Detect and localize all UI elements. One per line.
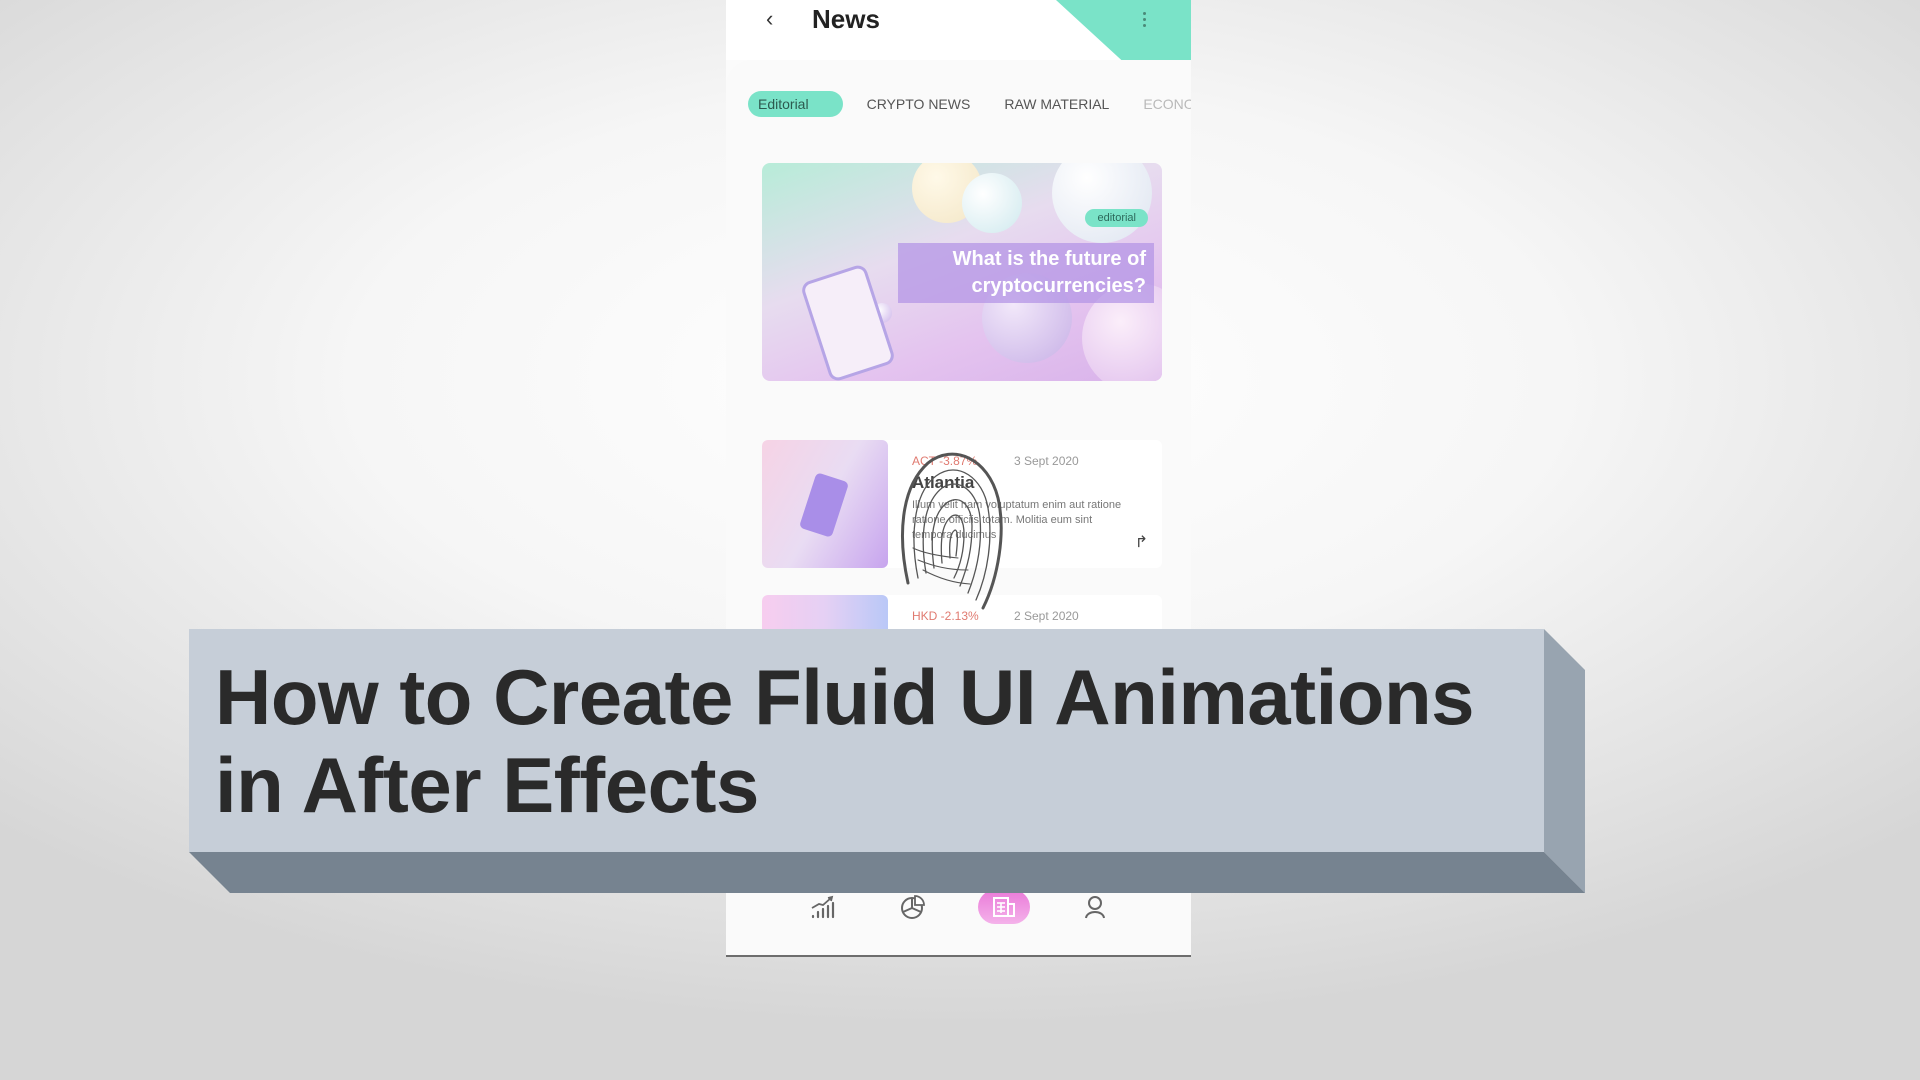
tab-editorial[interactable]: Editorial [748,91,843,117]
video-title: How to Create Fluid UI Animations in Aft… [215,653,1475,829]
tab-raw-material[interactable]: RAW MATERIAL [994,91,1119,117]
phone-illustration [798,472,850,538]
nav-profile[interactable] [1069,890,1121,924]
more-vertical-icon[interactable] [1143,12,1147,27]
tab-economic[interactable]: ECONOMIC [1133,91,1191,117]
newspaper-icon [993,897,1016,917]
article-date: 2 Sept 2020 [1014,609,1079,623]
header-accent-shape [1056,0,1191,62]
fingerprint-icon [901,452,1003,610]
growth-chart-icon [811,895,834,919]
editorial-badge: editorial [1085,209,1148,227]
banner-side-face [1544,629,1585,893]
page-title: News [812,4,880,34]
back-icon[interactable]: ‹ [766,6,773,32]
user-icon [1085,896,1106,919]
category-tabs: Editorial CRYPTO NEWS RAW MATERIAL ECONO… [748,91,1191,117]
video-title-line-2: in After Effects [215,741,759,829]
decorative-bubble [962,173,1022,233]
featured-article-card[interactable]: editorial What is the future of cryptocu… [762,163,1162,381]
share-arrow-icon[interactable]: ↱ [1135,532,1148,552]
featured-article-title: What is the future of cryptocurrencies? [898,243,1154,303]
app-header: ‹ News [726,0,1191,62]
article-thumbnail [762,440,888,568]
video-title-line-1: How to Create Fluid UI Animations [215,653,1475,741]
decorative-bubble [1052,163,1152,243]
nav-portfolio[interactable] [887,890,939,924]
bottom-navigation [726,890,1191,924]
phone-illustration [799,263,897,381]
nav-markets[interactable] [796,890,848,924]
pie-chart-icon [900,895,925,919]
tab-crypto-news[interactable]: CRYPTO NEWS [857,91,981,117]
article-date: 3 Sept 2020 [1014,454,1079,468]
banner-front-face: How to Create Fluid UI Animations in Aft… [189,629,1544,852]
nav-news[interactable] [978,890,1031,924]
